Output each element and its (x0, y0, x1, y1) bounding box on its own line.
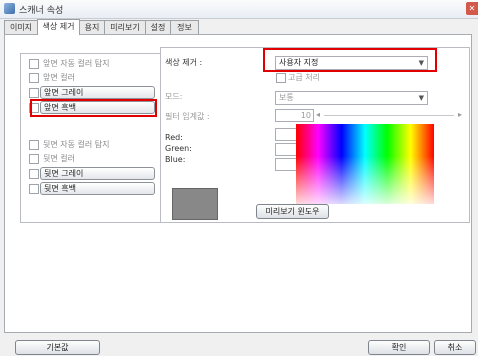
cancel-button[interactable]: 취소 (434, 340, 476, 355)
front-gray-item[interactable]: 앞면 그레이 (40, 86, 155, 99)
color-preview-swatch (172, 188, 218, 220)
tab-image[interactable]: 이미지 (4, 20, 38, 34)
dropdown-arrow-icon: ▼ (418, 94, 424, 102)
slider-left-arrow-icon[interactable]: ◂ (316, 110, 320, 119)
threshold-slider[interactable] (324, 115, 454, 116)
tab-info[interactable]: 정보 (170, 20, 199, 34)
tab-settings[interactable]: 설정 (145, 20, 171, 34)
tab-color-drop[interactable]: 색상 제거 (37, 19, 80, 35)
front-color-label: 앞면 컬러 (43, 73, 75, 82)
blue-label: Blue: (165, 155, 186, 164)
back-gray-checkbox[interactable] (29, 169, 39, 179)
back-bw-checkbox[interactable] (29, 184, 39, 194)
window-title: 스캐너 속성 (19, 6, 64, 16)
scanner-icon (4, 3, 15, 14)
tab-preview[interactable]: 미리보기 (104, 20, 146, 34)
mode-value: 보통 (279, 93, 294, 102)
red-label: Red: (165, 133, 183, 142)
threshold-input[interactable]: 10 (275, 109, 314, 122)
back-color-checkbox[interactable] (29, 154, 39, 164)
front-auto-color-label: 앞면 자동 컬러 탐지 (43, 59, 110, 68)
ok-button[interactable]: 확인 (368, 340, 430, 355)
mode-label: 모드: (165, 92, 183, 101)
back-color-label: 뒷면 컬러 (43, 154, 75, 163)
preview-window-button[interactable]: 미리보기 윈도우 (256, 204, 329, 219)
close-button[interactable]: ✕ (466, 2, 478, 15)
highlight-front-bw (30, 99, 157, 117)
advanced-label: 고급 처리 (288, 73, 320, 82)
slider-right-arrow-icon[interactable]: ▸ (458, 110, 462, 119)
title-bar: 스캐너 속성 ✕ (0, 0, 478, 19)
color-spectrum[interactable] (296, 124, 434, 204)
highlight-color-drop (263, 48, 437, 72)
color-drop-label: 색상 제거 : (165, 58, 203, 67)
default-button[interactable]: 기본값 (15, 340, 100, 355)
threshold-label: 필터 임계값 : (165, 112, 210, 121)
back-auto-color-checkbox[interactable] (29, 140, 39, 150)
front-color-checkbox[interactable] (29, 73, 39, 83)
back-bw-item[interactable]: 뒷면 흑백 (40, 182, 155, 195)
front-auto-color-checkbox[interactable] (29, 59, 39, 69)
green-label: Green: (165, 144, 192, 153)
mode-select[interactable]: 보통 ▼ (275, 91, 428, 105)
advanced-checkbox[interactable] (276, 73, 286, 83)
back-gray-item[interactable]: 뒷면 그레이 (40, 167, 155, 180)
front-gray-checkbox[interactable] (29, 88, 39, 98)
tab-paper[interactable]: 용지 (79, 20, 105, 34)
image-type-list (20, 53, 162, 223)
back-auto-color-label: 뒷면 자동 컬러 탐지 (43, 140, 110, 149)
